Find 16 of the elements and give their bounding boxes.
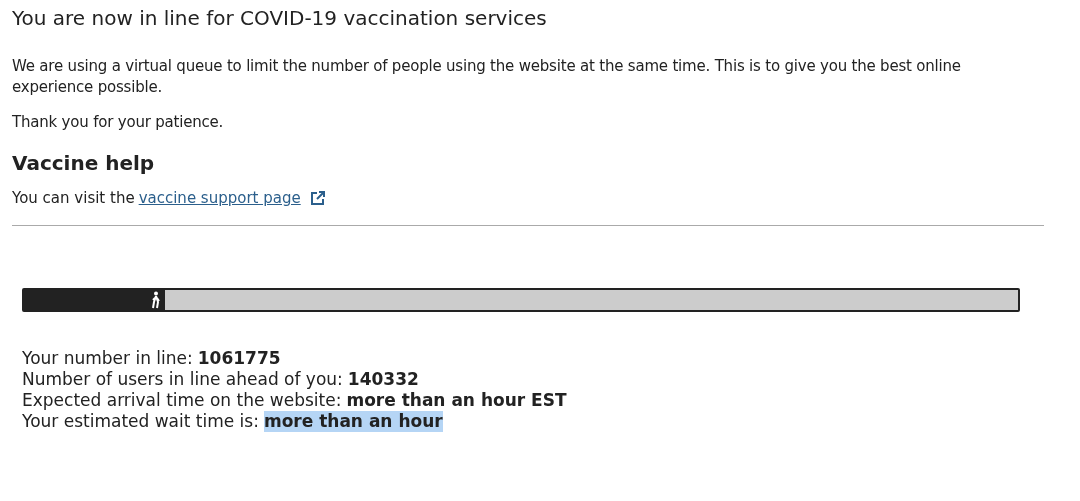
page-title: You are now in line for COVID-19 vaccination services [12,6,548,30]
external-link-icon [308,189,326,207]
stat-label: Your estimated wait time is: [22,411,259,432]
stat-value: 1061775 [197,348,281,369]
walking-person-icon [151,291,162,309]
section-heading: Vaccine help [12,151,156,175]
help-text: You can visit the [12,189,135,207]
stat-value: 140332 [347,369,419,390]
support-link[interactable]: vaccine support page [138,189,301,207]
paragraph: Thank you for your patience. [12,112,225,133]
stat-label: Expected arrival time on the website: [22,390,342,411]
paragraph: We are using a virtual queue to limit the number of people using the website at the same time. This is to give you the best online experience possible. [12,56,962,98]
stat-value: more than an hour EST [346,390,567,411]
stat-label: Number of users in line ahead of you: [22,369,343,390]
stat-label: Your number in line: [22,348,193,369]
stat-value: more than an hour [263,411,443,432]
